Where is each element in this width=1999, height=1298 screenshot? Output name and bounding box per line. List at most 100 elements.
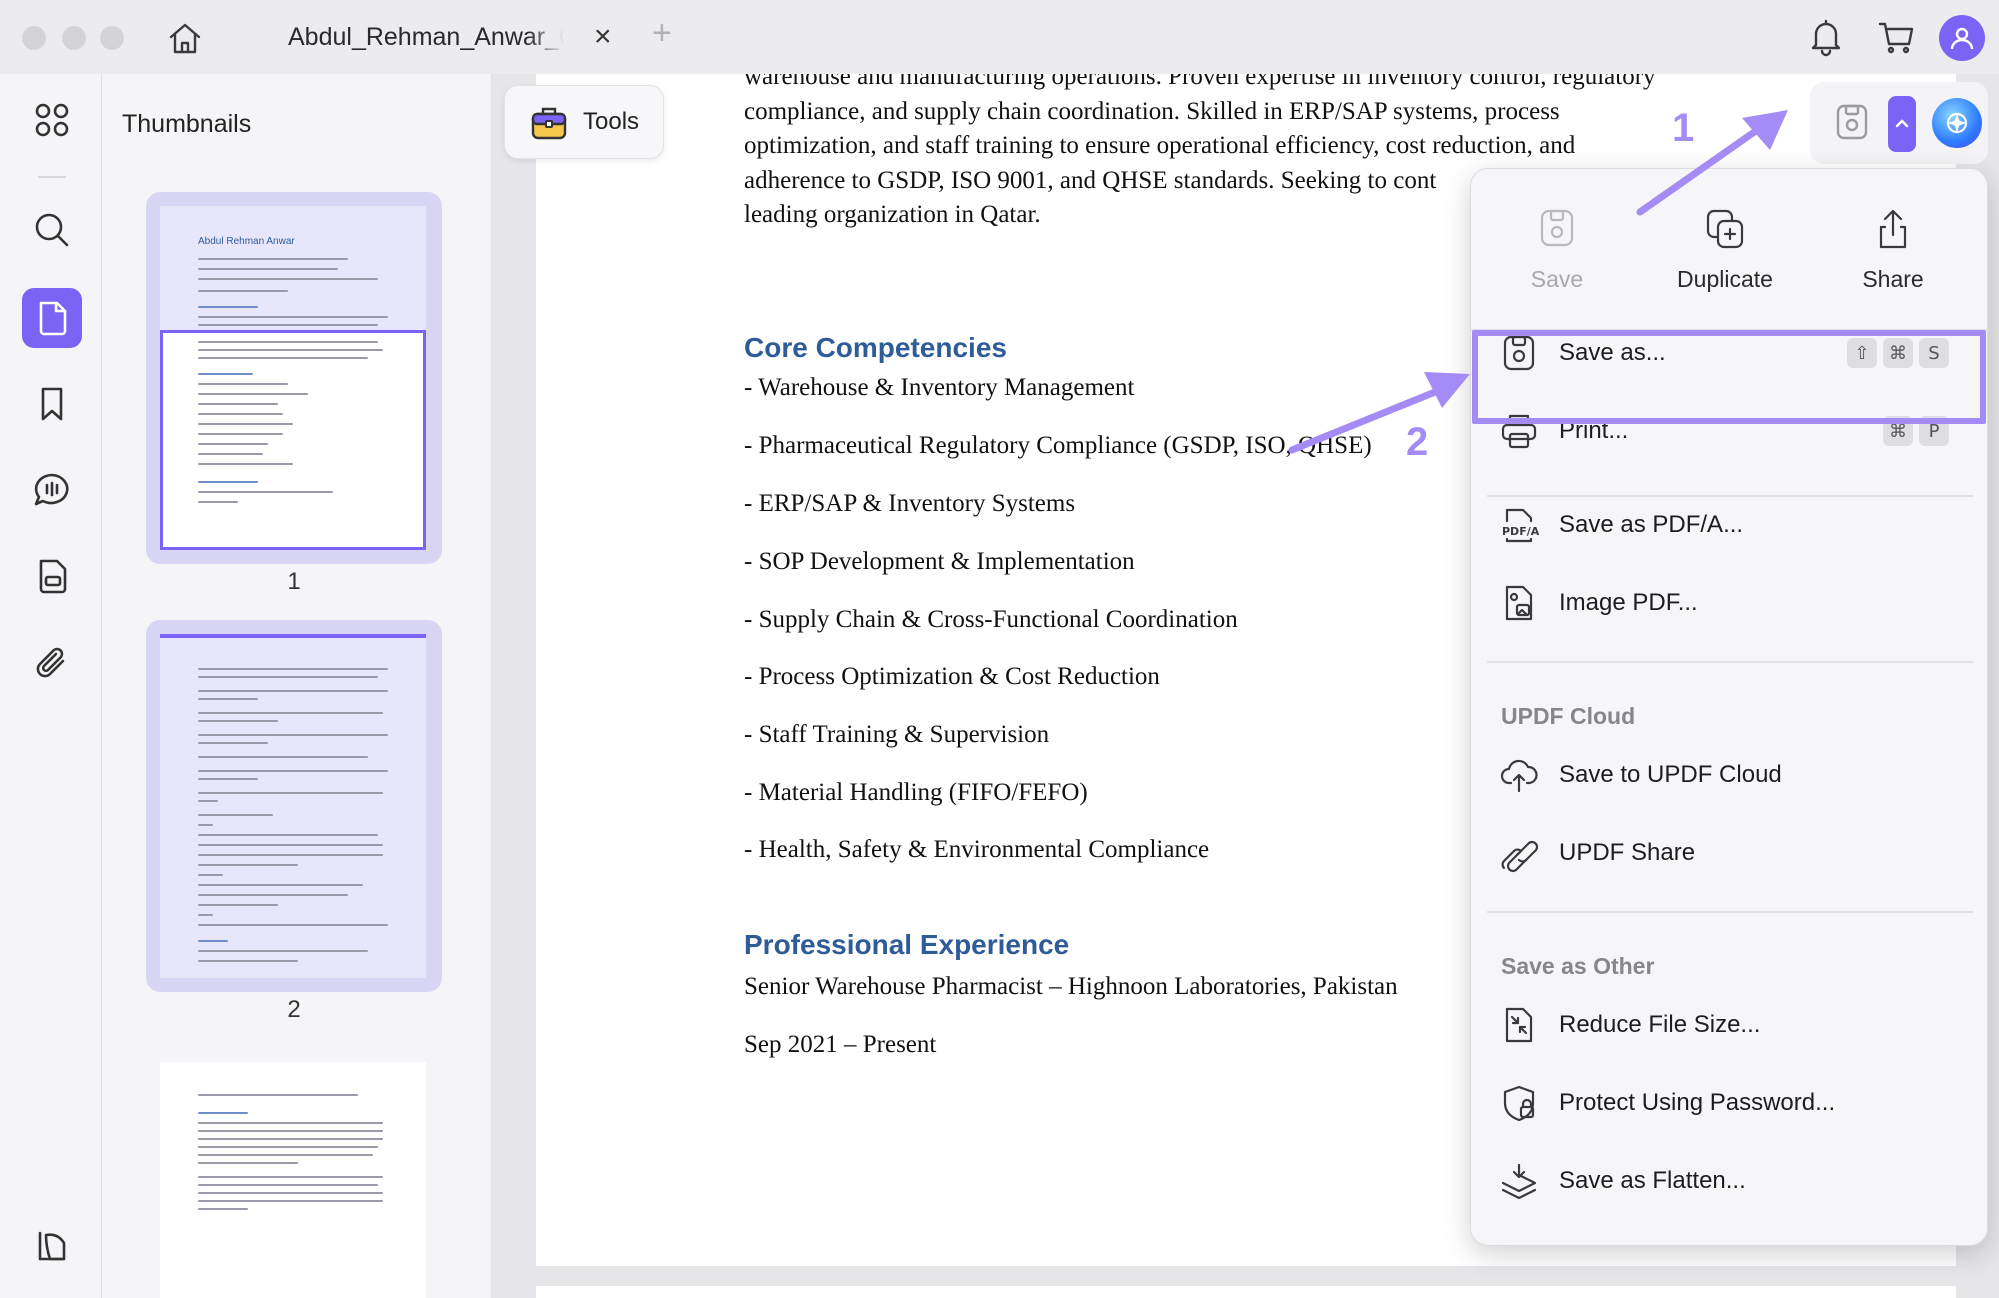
home-button[interactable]: [160, 16, 210, 60]
notifications-button[interactable]: [1804, 14, 1848, 60]
summary-line: warehouse and manufacturing operations. …: [744, 74, 1656, 90]
shortcut-key: S: [1919, 338, 1949, 368]
document-tab[interactable]: Abdul_Rehman_Anwar_Qatar ×: [268, 12, 628, 62]
summary-line: compliance, and supply chain coordinatio…: [744, 97, 1560, 125]
share-icon: [1879, 209, 1907, 249]
menu-item-label: UPDF Share: [1559, 839, 1696, 866]
ai-assistant-icon: [1946, 112, 1968, 134]
menu-duplicate-label: Duplicate: [1677, 266, 1773, 292]
menu-item-save-flatten[interactable]: Save as Flatten...: [1471, 1151, 1989, 1211]
rail-attachment-button[interactable]: [22, 632, 82, 692]
menu-item-label: Save as...: [1559, 339, 1666, 366]
menu-share-button[interactable]: Share: [1823, 207, 1963, 293]
thumbnail-page-1[interactable]: Abdul Rehman Anwar: [146, 192, 442, 564]
rail-pages-button[interactable]: [22, 288, 82, 348]
layers-icon: [38, 1231, 66, 1261]
core-competencies-heading: Core Competencies: [744, 332, 1007, 363]
competency-item: - Staff Training & Supervision: [744, 721, 1050, 748]
ai-assistant-button[interactable]: [1932, 98, 1982, 148]
rail-comment-button[interactable]: [22, 460, 82, 520]
menu-section-cloud: UPDF Cloud: [1501, 703, 1636, 729]
tab-close-button[interactable]: ×: [594, 20, 612, 54]
rail-divider: [38, 176, 66, 178]
menu-item-label: Print...: [1559, 417, 1629, 444]
cart-button[interactable]: [1872, 14, 1920, 60]
save-as-icon: [1499, 333, 1539, 373]
cloud-upload-icon: [1499, 755, 1539, 795]
pdfa-icon: PDF/A: [1499, 505, 1540, 545]
menu-item-print[interactable]: Print... ⌘ P: [1471, 401, 1989, 461]
shortcut-key: P: [1919, 416, 1949, 446]
menu-item-protect-password[interactable]: Protect Using Password...: [1471, 1073, 1989, 1133]
bookmark-icon: [41, 387, 63, 421]
user-avatar[interactable]: [1939, 15, 1985, 61]
title-bar: Abdul_Rehman_Anwar_Qatar × +: [0, 0, 1999, 74]
pages-icon: [39, 301, 67, 336]
thumbnail-page-2[interactable]: [146, 620, 442, 992]
window-minimize-button[interactable]: [62, 26, 86, 50]
compress-icon: [1499, 1005, 1539, 1045]
menu-item-label: Save as PDF/A...: [1559, 511, 1744, 538]
menu-item-label: Save as Flatten...: [1559, 1167, 1746, 1194]
thumbnails-title: Thumbnails: [122, 110, 252, 138]
duplicate-icon: [1706, 209, 1744, 249]
next-document-page: [536, 1286, 1956, 1298]
competency-item: - Supply Chain & Cross-Functional Coordi…: [744, 606, 1238, 633]
quick-save-button[interactable]: [1834, 102, 1870, 147]
competency-item: - ERP/SAP & Inventory Systems: [744, 490, 1076, 517]
tools-label: Tools: [583, 108, 640, 135]
menu-save-label: Save: [1530, 266, 1584, 292]
window-zoom-button[interactable]: [100, 26, 124, 50]
menu-duplicate-button[interactable]: Duplicate: [1655, 207, 1795, 293]
link-icon: [1499, 833, 1539, 873]
tools-button[interactable]: Tools: [504, 85, 664, 159]
cart-icon: [1878, 22, 1914, 54]
attachment-icon: [36, 647, 65, 678]
menu-item-updf-share[interactable]: UPDF Share: [1471, 823, 1989, 883]
toolbox-icon: [531, 107, 567, 140]
bell-icon: [1811, 19, 1841, 57]
thumbnail-viewport-indicator: [160, 330, 426, 550]
thumbnail-number-2: 2: [287, 996, 301, 1023]
rail-grid-button[interactable]: [22, 90, 82, 150]
new-tab-button[interactable]: +: [652, 14, 672, 53]
menu-item-label: Protect Using Password...: [1559, 1089, 1836, 1116]
save-icon: [1836, 104, 1868, 140]
menu-item-label: Save to UPDF Cloud: [1559, 761, 1782, 788]
annotation-step-1: 1: [1672, 106, 1695, 150]
user-icon: [1950, 27, 1974, 50]
shortcut-key: ⌘: [1883, 416, 1913, 446]
rail-layers-button[interactable]: [22, 1216, 82, 1276]
rail-forms-button[interactable]: [22, 546, 82, 606]
save-dropdown-menu: Save Duplicate Share Save as... ⇧ ⌘ S Pr…: [1470, 168, 1989, 1246]
menu-item-save-pdfa[interactable]: PDF/A Save as PDF/A...: [1471, 495, 1989, 555]
window-close-button[interactable]: [22, 26, 46, 50]
professional-experience-heading: Professional Experience: [744, 929, 1070, 960]
rail-search-button[interactable]: [22, 200, 82, 260]
document-tab-title: Abdul_Rehman_Anwar_Qatar: [288, 22, 564, 51]
printer-icon: [1499, 411, 1539, 451]
svg-text:PDF/A: PDF/A: [1502, 525, 1539, 538]
rail-bookmark-button[interactable]: [22, 374, 82, 434]
summary-line: optimization, and staff training to ensu…: [744, 132, 1576, 159]
competency-item: - Material Handling (FIFO/FEFO): [744, 779, 1088, 806]
menu-item-reduce-size[interactable]: Reduce File Size...: [1471, 995, 1989, 1055]
thumbnails-panel: Thumbnails Abdul Rehman Anwar 1 2: [102, 74, 492, 1298]
menu-save-button[interactable]: Save: [1487, 207, 1627, 293]
menu-item-save-as[interactable]: Save as... ⇧ ⌘ S: [1471, 323, 1989, 383]
thumbnail-number-1: 1: [287, 568, 301, 595]
menu-item-image-pdf[interactable]: Image PDF...: [1471, 573, 1989, 633]
thumbnail-heading: Abdul Rehman Anwar: [198, 236, 295, 247]
save-icon: [1540, 209, 1574, 247]
competency-item: - Health, Safety & Environmental Complia…: [744, 836, 1210, 863]
thumbnail-page-3[interactable]: [160, 1062, 426, 1298]
save-menu-toggle-button[interactable]: [1888, 96, 1916, 152]
competency-item: - Pharmaceutical Regulatory Compliance (…: [744, 432, 1372, 459]
menu-item-save-to-cloud[interactable]: Save to UPDF Cloud: [1471, 745, 1989, 805]
thumbnail-page-1-image: Abdul Rehman Anwar: [160, 206, 426, 550]
menu-item-label: Reduce File Size...: [1559, 1011, 1761, 1038]
shortcut-key: ⌘: [1883, 338, 1913, 368]
menu-divider: [1487, 911, 1973, 913]
home-icon: [169, 23, 201, 54]
experience-title: Senior Warehouse Pharmacist – Highnoon L…: [744, 973, 1398, 1000]
